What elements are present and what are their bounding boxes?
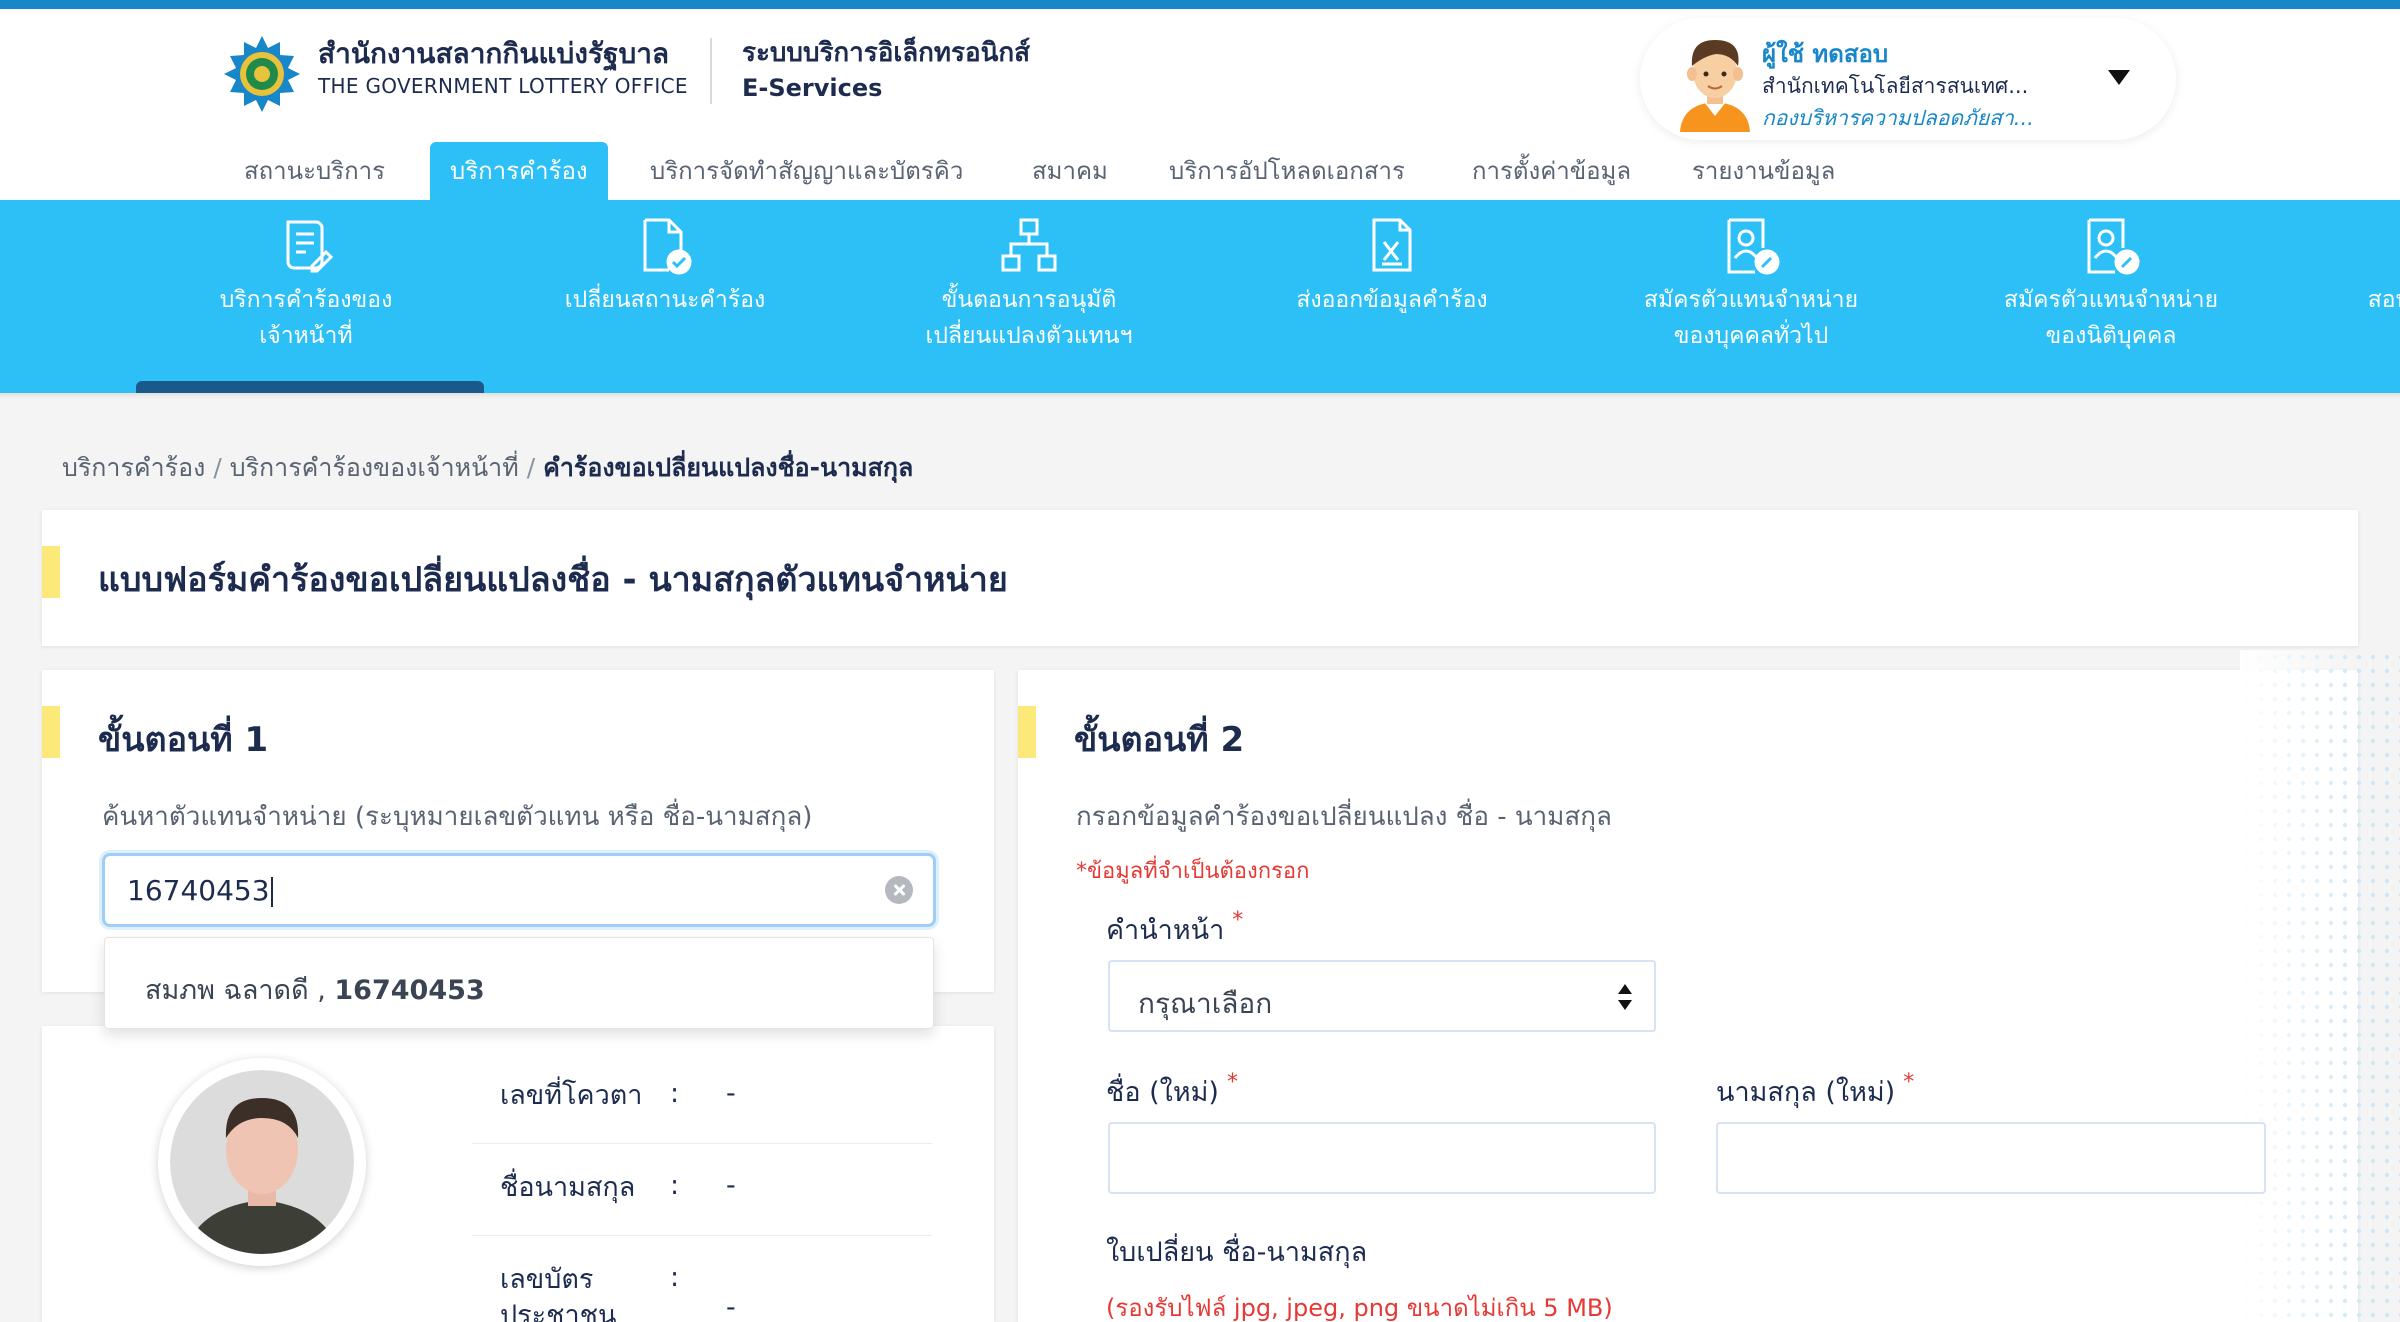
subnav-change-status[interactable]: เปลี่ยนสถานะคำร้อง: [540, 200, 790, 393]
sub-navigation: บริการคำร้องของ เจ้าหน้าที่ เปลี่ยนสถานะ…: [0, 200, 2400, 393]
required-fields-note: *ข้อมูลที่จำเป็นต้องกรอก: [1076, 859, 1310, 884]
agent-search-input[interactable]: 16740453: [102, 853, 936, 927]
user-name: ผู้ใช้ ทดสอบ: [1762, 40, 1889, 68]
breadcrumb-current: คำร้องขอเปลี่ยนแปลงชื่อ-นามสกุล: [543, 453, 914, 482]
form-title: แบบฟอร์มคำร้องขอเปลี่ยนแปลงชื่อ - นามสกุ…: [98, 560, 1008, 600]
system-name-thai: ระบบบริการอิเล็กทรอนิกส์: [742, 38, 1030, 68]
clear-search-icon[interactable]: [885, 876, 913, 904]
top-accent-bar: [0, 0, 2400, 9]
tab-reports[interactable]: รายงานข้อมูล: [1672, 142, 1855, 200]
step2-hint: กรอกข้อมูลคำร้องขอเปลี่ยนแปลง ชื่อ - นาม…: [1076, 802, 1612, 832]
step2-marker: [1018, 706, 1036, 758]
main-tabs: สถานะบริการ บริการคำร้อง บริการจัดทำสัญญ…: [0, 142, 2400, 200]
info-row-quota: เลขที่โควตา : -: [472, 1052, 932, 1144]
subnav-label: สอบถาม ข: [2367, 287, 2400, 313]
subnav-label: บริการคำร้องของ เจ้าหน้าที่: [219, 287, 393, 349]
breadcrumb-item-requests[interactable]: บริการคำร้อง: [62, 453, 205, 482]
tab-document-upload[interactable]: บริการอัปโหลดเอกสาร: [1149, 142, 1425, 200]
breadcrumb: บริการคำร้อง / บริการคำร้องของเจ้าหน้าที่ /…: [62, 448, 913, 488]
hierarchy-icon: [1001, 218, 1057, 272]
tab-contracts-queue[interactable]: บริการจัดทำสัญญาและบัตรคิว: [630, 142, 983, 200]
info-value: -: [726, 1170, 736, 1201]
search-input-value: 16740453: [127, 874, 273, 907]
person-badge-icon: [2380, 216, 2400, 276]
subnav-label: ส่งออกข้อมูลคำร้อง: [1296, 287, 1488, 313]
subnav-export-requests[interactable]: ส่งออกข้อมูลคำร้อง: [1270, 200, 1514, 393]
subnav-inquiry[interactable]: สอบถาม ข: [2310, 200, 2400, 393]
excel-export-icon: [1372, 218, 1412, 272]
decorative-dot-pattern: [2240, 650, 2400, 1322]
tab-service-status[interactable]: สถานะบริการ: [224, 142, 405, 200]
user-division: กองบริหารความปลอดภัยสา...: [1762, 106, 2034, 130]
file-upload-label: ใบเปลี่ยน ชื่อ-นามสกุล: [1106, 1237, 1368, 1268]
subnav-label: สมัครตัวแทนจำหน่าย ของนิติบุคคล: [2003, 287, 2219, 349]
info-colon: :: [670, 1170, 680, 1201]
prefix-select-value: กรุณาเลือก: [1138, 987, 1273, 1020]
step1-marker: [42, 706, 60, 758]
last-name-input[interactable]: [1716, 1122, 2266, 1194]
info-row-id-card: เลขบัตร ประชาชน : -: [472, 1236, 932, 1322]
suggestion-id: 16740453: [334, 975, 485, 1006]
info-colon: :: [670, 1078, 680, 1109]
user-avatar: [1662, 26, 1768, 132]
breadcrumb-separator: /: [213, 453, 222, 482]
title-marker: [42, 546, 60, 598]
subnav-register-juristic[interactable]: สมัครตัวแทนจำหน่าย ของนิติบุคคล: [1984, 200, 2238, 393]
subnav-shadow: [0, 393, 2400, 399]
suggestion-name: สมภพ ฉลาดดี ,: [145, 975, 326, 1006]
search-suggestions: สมภพ ฉลาดดี , 16740453: [104, 937, 934, 1029]
file-upload-note: (รองรับไฟล์ jpg, jpeg, png ขนาดไม่เกิน 5…: [1106, 1294, 1613, 1322]
subnav-label: สมัครตัวแทนจำหน่าย ของบุคคลทั่วไป: [1643, 287, 1859, 349]
first-name-label: ชื่อ (ใหม่) *: [1106, 1070, 1238, 1108]
prefix-select[interactable]: กรุณาเลือก: [1108, 960, 1656, 1032]
first-name-input[interactable]: [1108, 1122, 1656, 1194]
info-label: เลขบัตร ประชาชน: [500, 1264, 617, 1322]
org-name-english: THE GOVERNMENT LOTTERY OFFICE: [318, 74, 688, 98]
info-row-fullname: ชื่อนามสกุล : -: [472, 1144, 932, 1236]
header-divider: [710, 38, 712, 104]
prefix-label: คำนำหน้า *: [1106, 908, 1244, 946]
step1-title: ขั้นตอนที่ 1: [98, 720, 269, 760]
subnav-label: เปลี่ยนสถานะคำร้อง: [564, 287, 766, 313]
person-badge-edit-icon: [1727, 218, 1780, 275]
subnav-staff-requests[interactable]: บริการคำร้องของ เจ้าหน้าที่: [170, 200, 442, 393]
subnav-active-indicator: [136, 381, 484, 393]
person-badge-edit-icon: [2087, 218, 2140, 275]
tab-association[interactable]: สมาคม: [1012, 142, 1128, 200]
info-colon: :: [670, 1262, 680, 1293]
tab-requests[interactable]: บริการคำร้อง: [430, 142, 608, 200]
step1-hint: ค้นหาตัวแทนจำหน่าย (ระบุหมายเลขตัวแทน หร…: [102, 802, 813, 832]
subnav-approval-steps[interactable]: ขั้นตอนการอนุมัติ เปลี่ยนแปลงตัวแทนฯ: [900, 200, 1158, 393]
document-check-icon: [643, 218, 692, 275]
info-label: ชื่อนามสกุล: [500, 1172, 636, 1203]
org-name-thai: สำนักงานสลากกินแบ่งรัฐบาล: [318, 37, 670, 70]
user-menu-caret-icon[interactable]: [2108, 70, 2130, 85]
breadcrumb-item-staff-requests[interactable]: บริการคำร้องของเจ้าหน้าที่: [230, 453, 519, 482]
info-value: -: [726, 1078, 736, 1109]
breadcrumb-separator: /: [526, 453, 536, 482]
agent-profile-photo: [158, 1058, 366, 1266]
tab-settings[interactable]: การตั้งค่าข้อมูล: [1452, 142, 1651, 200]
info-label: เลขที่โควตา: [500, 1080, 643, 1111]
subnav-register-individual[interactable]: สมัครตัวแทนจำหน่าย ของบุคคลทั่วไป: [1624, 200, 1878, 393]
user-department: สำนักเทคโนโลยีสารสนเทศ...: [1762, 74, 2029, 98]
select-updown-icon: [1618, 984, 1632, 1010]
lottery-office-logo[interactable]: [222, 34, 302, 114]
step2-title: ขั้นตอนที่ 2: [1074, 720, 1245, 760]
system-name-english: E-Services: [742, 74, 883, 102]
last-name-label: นามสกุล (ใหม่) *: [1716, 1070, 1915, 1108]
info-value: -: [726, 1292, 736, 1322]
subnav-label: ขั้นตอนการอนุมัติ เปลี่ยนแปลงตัวแทนฯ: [925, 287, 1133, 349]
document-edit-icon: [286, 220, 334, 273]
suggestion-item[interactable]: สมภพ ฉลาดดี , 16740453: [145, 968, 485, 1011]
